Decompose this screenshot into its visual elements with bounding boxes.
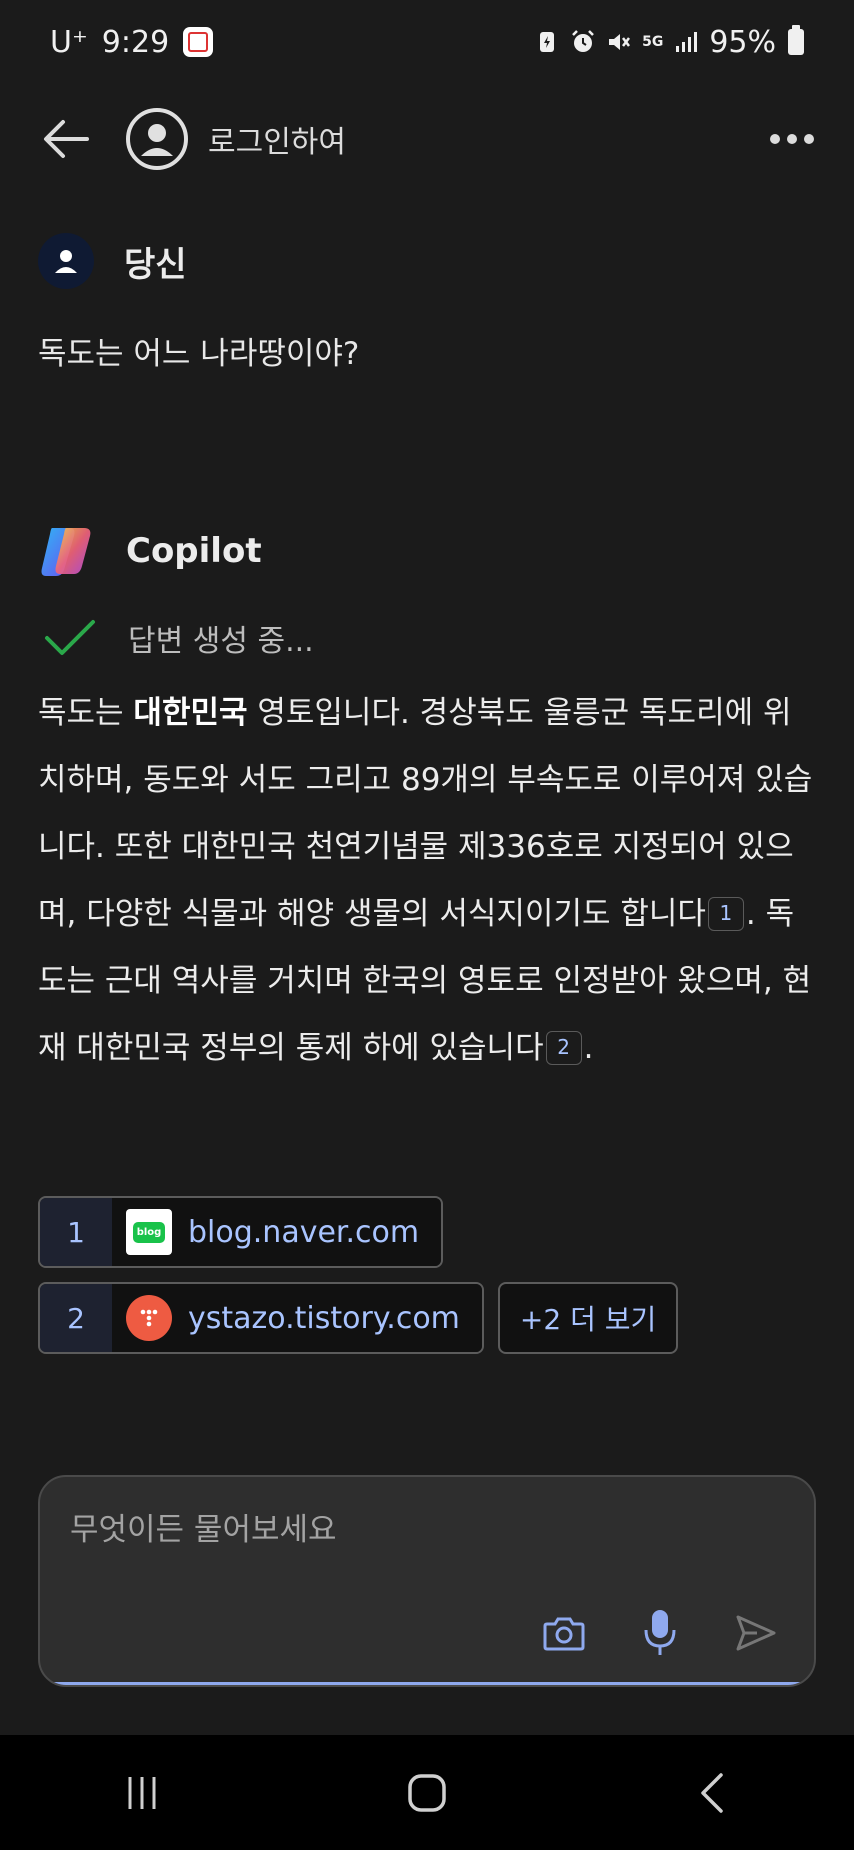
- camera-button[interactable]: [540, 1609, 588, 1657]
- source-row: 2 ystazo.tistory.com +2 더 보기: [38, 1282, 679, 1354]
- source-chip-1[interactable]: 1 blog blog.naver.com: [38, 1196, 444, 1268]
- camera-icon: [543, 1617, 585, 1651]
- copilot-sender-name: Copilot: [126, 531, 262, 571]
- generation-status-text: 답변 생성 중...: [128, 624, 314, 659]
- carrier-label: U⁺: [50, 24, 88, 60]
- profile-avatar-button[interactable]: [126, 108, 188, 170]
- battery-saver-icon: [540, 32, 555, 52]
- source-body: blog blog.naver.com: [112, 1198, 442, 1266]
- recents-icon: [128, 1776, 156, 1809]
- chevron-left-icon: [700, 1772, 723, 1813]
- answer-text-1: 독도는: [38, 695, 134, 731]
- source-row: 1 blog blog.naver.com: [38, 1196, 678, 1268]
- arrow-left-icon: [44, 120, 89, 158]
- user-sender-name: 당신: [124, 244, 187, 285]
- dot-icon: [804, 134, 814, 144]
- dot-icon: [787, 134, 797, 144]
- status-right: 5G 95%: [534, 25, 804, 60]
- user-message-text: 독도는 어느 나라땅이야?: [38, 336, 360, 372]
- more-sources-button[interactable]: +2 더 보기: [497, 1282, 679, 1354]
- copilot-logo-icon: [41, 528, 91, 576]
- copilot-message-header: Copilot: [38, 524, 262, 578]
- naver-blog-logo-icon: blog: [126, 1209, 172, 1255]
- login-label[interactable]: 로그인하여: [208, 117, 346, 161]
- microphone-button[interactable]: [636, 1609, 684, 1657]
- dot-icon: [770, 134, 780, 144]
- person-icon: [55, 250, 77, 273]
- app-notification-icon: [183, 27, 214, 57]
- tistory-logo-icon: [126, 1295, 172, 1341]
- signal-icon: [676, 32, 698, 52]
- back-nav-button[interactable]: [672, 1753, 752, 1833]
- person-icon: [141, 124, 173, 156]
- clock: 9:29: [101, 24, 170, 60]
- network-type: 5G: [642, 34, 664, 50]
- copilot-answer: 독도는 대한민국 영토입니다. 경상북도 울릉군 독도리에 위치하며, 동도와 …: [38, 680, 818, 1082]
- answer-bold-text: 대한민국: [133, 695, 248, 731]
- system-nav-bar: [0, 1735, 854, 1850]
- alarm-icon: [572, 30, 594, 52]
- citation-1[interactable]: 1: [707, 896, 744, 931]
- battery-percent: 95%: [709, 24, 776, 60]
- more-options-button[interactable]: [770, 126, 814, 152]
- send-button[interactable]: [732, 1609, 780, 1657]
- composer-actions: [540, 1609, 780, 1657]
- send-icon: [736, 1615, 776, 1651]
- back-button[interactable]: [40, 113, 92, 165]
- source-number: 1: [40, 1198, 112, 1266]
- home-button[interactable]: [387, 1753, 467, 1833]
- checkmark-icon: [45, 620, 95, 655]
- message-input[interactable]: [68, 1511, 772, 1549]
- answer-text-4: .: [583, 1030, 594, 1066]
- source-chip-2[interactable]: 2 ystazo.tistory.com: [38, 1282, 484, 1354]
- sources-list: 1 blog blog.naver.com 2 ystazo.tistory.c…: [38, 1196, 679, 1368]
- top-bar: 로그인하여: [0, 84, 854, 194]
- generation-status: 답변 생성 중...: [44, 616, 314, 660]
- user-message-header: 당신: [38, 233, 187, 289]
- battery-icon: [788, 25, 804, 55]
- source-domain: ystazo.tistory.com: [188, 1300, 460, 1336]
- source-domain: blog.naver.com: [188, 1214, 420, 1250]
- user-avatar: [38, 233, 94, 289]
- status-bar: U⁺ 9:29 5G 95%: [0, 0, 854, 84]
- mute-icon: [609, 34, 631, 50]
- source-body: ystazo.tistory.com: [112, 1284, 482, 1352]
- recents-button[interactable]: [102, 1753, 182, 1833]
- status-left: U⁺ 9:29: [50, 24, 214, 60]
- citation-2[interactable]: 2: [545, 1030, 582, 1065]
- naver-blog-logo-text: blog: [132, 1221, 166, 1243]
- composer: [38, 1475, 816, 1687]
- home-icon: [408, 1773, 446, 1812]
- microphone-icon: [644, 1610, 676, 1655]
- source-number: 2: [40, 1284, 112, 1352]
